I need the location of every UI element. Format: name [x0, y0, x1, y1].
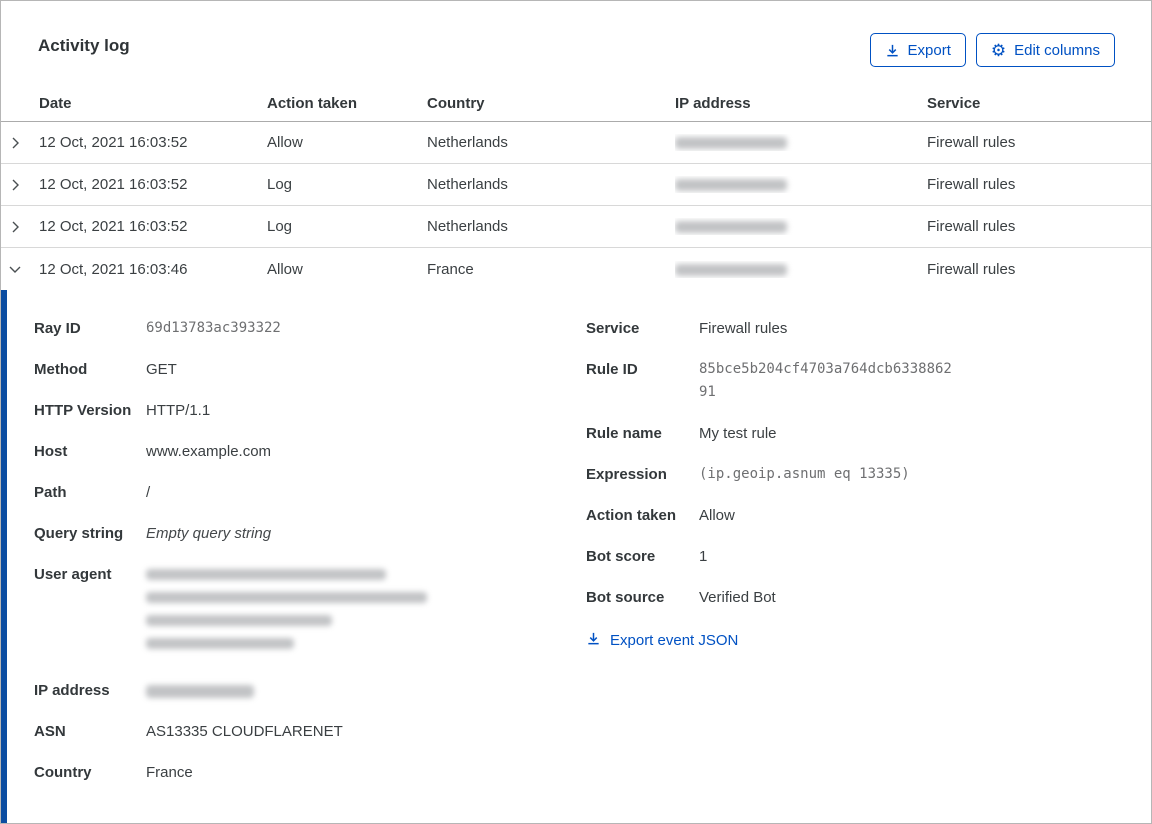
edit-columns-button-label: Edit columns [1014, 41, 1100, 59]
export-button[interactable]: Export [869, 33, 966, 67]
user-agent-redacted [146, 563, 427, 661]
edit-columns-button[interactable]: ⚙ Edit columns [975, 33, 1115, 67]
cell-action-taken: Allow [267, 260, 303, 278]
cell-action-taken: Log [267, 218, 293, 235]
download-icon [586, 631, 601, 650]
chevron-right-icon [7, 221, 23, 237]
field-country: Country France [34, 764, 193, 781]
cell-ip-address-redacted [675, 176, 927, 193]
cell-date: 12 Oct, 2021 16:03:46 [39, 260, 188, 278]
cell-date: 12 Oct, 2021 16:03:52 [39, 218, 188, 235]
cell-service: Firewall rules [927, 218, 1016, 235]
chevron-right-icon [7, 179, 23, 195]
gear-icon: ⚙ [990, 40, 1007, 60]
export-event-json-label: Export event JSON [610, 632, 739, 649]
column-header-country: Country [427, 95, 485, 112]
cell-service: Firewall rules [927, 260, 1016, 278]
cell-date: 12 Oct, 2021 16:03:52 [39, 134, 188, 151]
event-detail-panel: Ray ID 69d13783ac393322 Method GET HTTP … [1, 290, 1151, 823]
column-header-date: Date [39, 95, 72, 112]
field-host: Host www.example.com [34, 443, 272, 460]
download-icon [885, 43, 900, 58]
field-path: Path / [34, 484, 151, 501]
chevron-right-icon [7, 137, 23, 153]
cell-service: Firewall rules [927, 176, 1016, 193]
cell-country: Netherlands [427, 176, 508, 193]
detail-left-column: Ray ID 69d13783ac393322 Method GET HTTP … [34, 317, 586, 802]
table-row-expanded[interactable]: 12 Oct, 2021 16:03:46 Allow France Firew… [1, 248, 1151, 290]
collapse-row-button[interactable] [5, 259, 25, 279]
table-row[interactable]: 12 Oct, 2021 16:03:52 Allow Netherlands … [1, 122, 1151, 164]
table-header-row: Date Action taken Country IP address Ser… [1, 91, 1151, 122]
page-header: Activity log Export ⚙ Edit columns [1, 1, 1151, 91]
field-bot-source: Bot source Verified Bot [586, 589, 776, 606]
export-event-json-link[interactable]: Export event JSON [586, 631, 738, 650]
column-header-ip-address: IP address [675, 95, 751, 112]
field-method: Method GET [34, 361, 177, 378]
field-user-agent: User agent [34, 563, 586, 661]
cell-ip-address-redacted [675, 261, 927, 278]
table-row[interactable]: 12 Oct, 2021 16:03:52 Log Netherlands Fi… [1, 206, 1151, 248]
cell-date: 12 Oct, 2021 16:03:52 [39, 176, 188, 193]
field-asn: ASN AS13335 CLOUDFLARENET [34, 723, 343, 740]
cell-action-taken: Log [267, 176, 293, 193]
page-title: Activity log [38, 36, 130, 55]
cell-service: Firewall rules [927, 134, 1016, 151]
activity-log-panel: Activity log Export ⚙ Edit columns Date … [0, 0, 1152, 824]
chevron-down-icon [7, 265, 23, 279]
expand-row-button[interactable] [5, 217, 25, 237]
cell-ip-address-redacted [675, 218, 927, 235]
field-rule-id: Rule ID 85bce5b204cf4703a764dcb633886291 [586, 361, 952, 400]
export-button-label: Export [907, 41, 951, 59]
expand-row-button[interactable] [5, 175, 25, 195]
field-rule-name: Rule name My test rule [586, 425, 777, 442]
detail-right-column: Service Firewall rules Rule ID 85bce5b20… [586, 317, 1131, 651]
field-bot-score: Bot score 1 [586, 548, 708, 565]
cell-ip-address-redacted [675, 134, 927, 151]
cell-country: France [427, 260, 474, 278]
field-service: Service Firewall rules [586, 320, 788, 337]
cell-country: Netherlands [427, 134, 508, 151]
field-ip-address: IP address [34, 679, 586, 702]
cell-country: Netherlands [427, 218, 508, 235]
field-query-string: Query string Empty query string [34, 525, 272, 542]
field-http-version: HTTP Version HTTP/1.1 [34, 402, 211, 419]
field-action-taken: Action taken Allow [586, 507, 735, 524]
field-expression: Expression (ip.geoip.asnum eq 13335) [586, 466, 910, 483]
cell-action-taken: Allow [267, 134, 303, 151]
column-header-action-taken: Action taken [267, 95, 358, 112]
table-row[interactable]: 12 Oct, 2021 16:03:52 Log Netherlands Fi… [1, 164, 1151, 206]
ip-address-redacted [146, 679, 254, 702]
activity-table: Date Action taken Country IP address Ser… [1, 91, 1151, 290]
field-ray-id: Ray ID 69d13783ac393322 [34, 320, 281, 337]
toolbar: Export ⚙ Edit columns [869, 33, 1115, 67]
expand-row-button[interactable] [5, 133, 25, 153]
column-header-service: Service [927, 95, 981, 112]
